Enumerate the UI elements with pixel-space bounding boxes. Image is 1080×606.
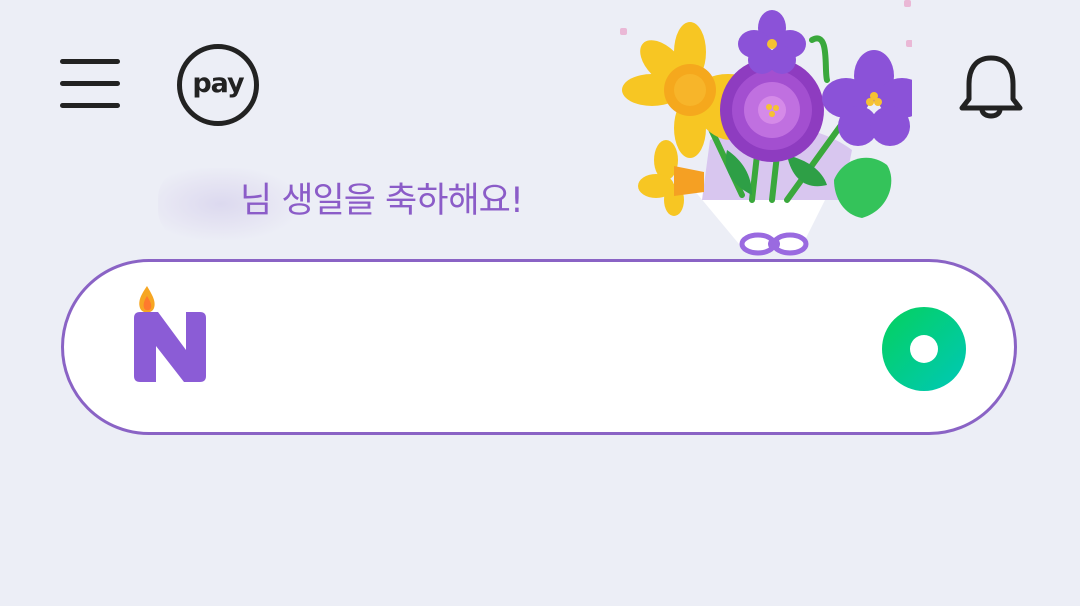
menu-button[interactable] bbox=[56, 55, 122, 111]
green-action-button[interactable] bbox=[880, 305, 968, 393]
search-input[interactable] bbox=[234, 312, 878, 384]
notification-button[interactable] bbox=[956, 50, 1026, 122]
menu-bar bbox=[60, 81, 120, 86]
birthday-candle-n-logo-icon[interactable] bbox=[130, 284, 210, 388]
menu-bar bbox=[60, 103, 120, 108]
flower-bouquet-illustration bbox=[620, 0, 912, 256]
bell-icon bbox=[959, 55, 1023, 119]
birthday-greeting: 님 생일을 축하해요! bbox=[240, 181, 524, 221]
pay-label: pay bbox=[192, 67, 244, 99]
menu-bar bbox=[60, 59, 120, 64]
dahlia bbox=[720, 58, 824, 162]
pay-button[interactable]: pay bbox=[177, 44, 259, 126]
